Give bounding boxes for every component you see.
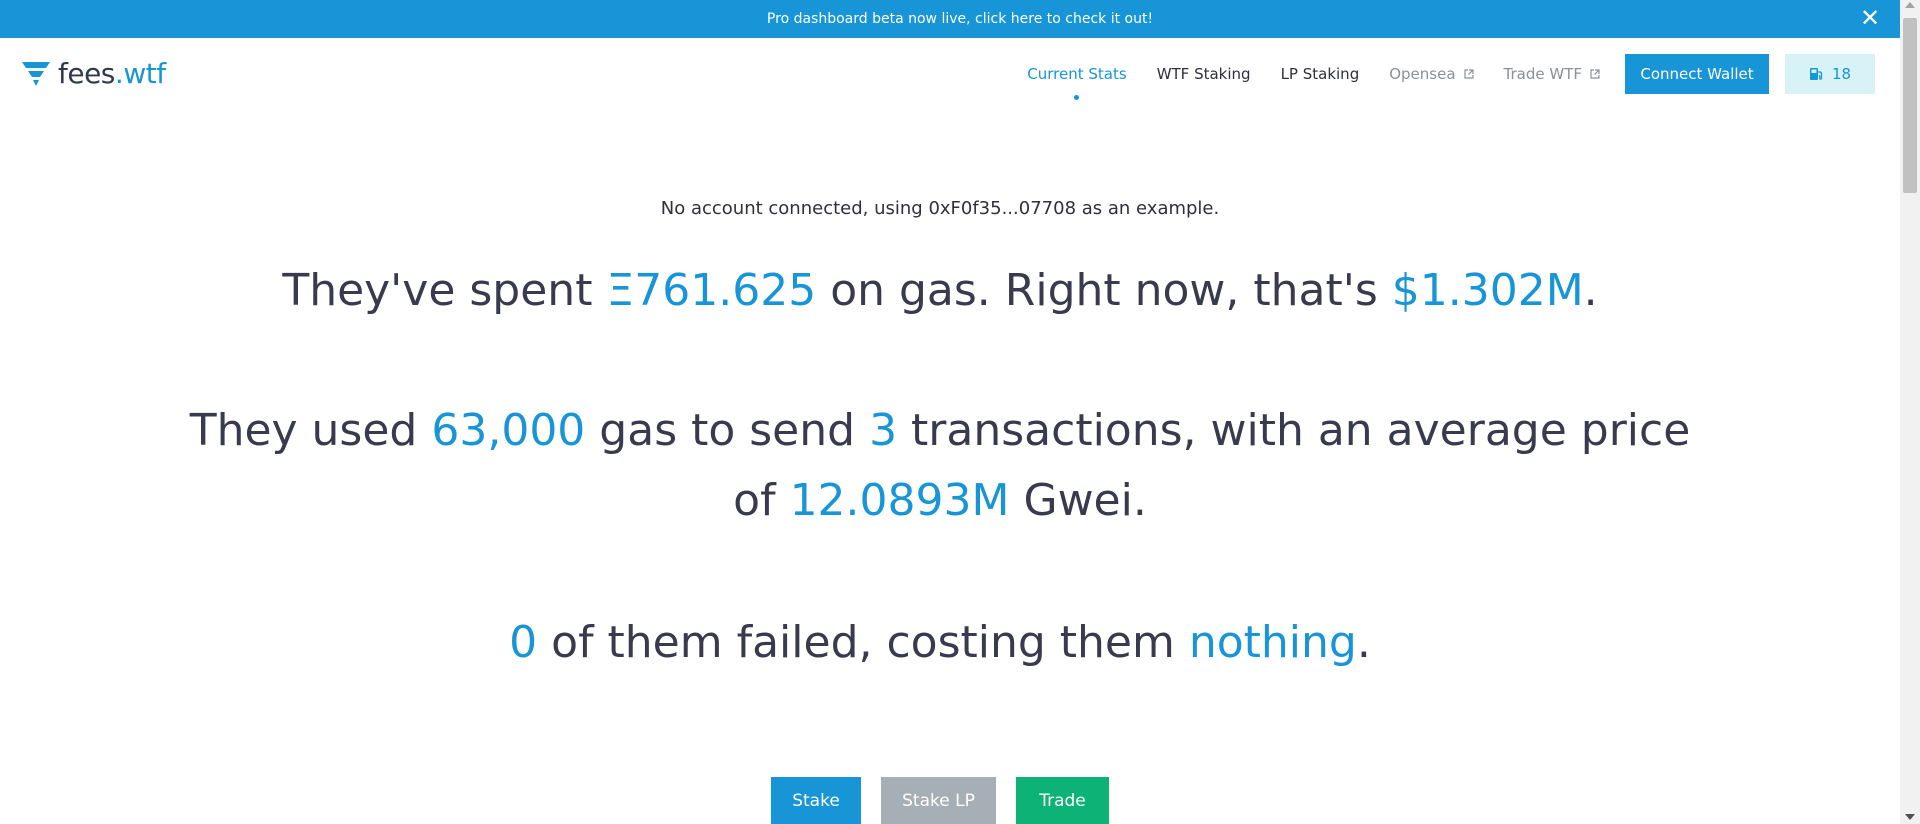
banner-text[interactable]: Pro dashboard beta now live, click here … [767,11,1153,27]
failed-summary: 0 of them failed, costing them nothing. [0,608,1880,678]
gas-text-2: gas to send [585,405,870,456]
nav-lp-staking-label: LP Staking [1280,65,1360,83]
gas-text-1: They used [189,405,432,456]
spent-eth-value: Ξ761.625 [606,265,817,316]
nav-trade-wtf[interactable]: Trade WTF [1504,65,1600,83]
gas-used-value: 63,000 [431,405,586,456]
external-link-icon [1463,69,1474,79]
failed-text-1: of them failed, costing them [537,617,1189,668]
account-note-before: No account connected, using [660,198,929,219]
gas-text-4: of [733,475,790,526]
logo-name: fees [58,56,115,90]
account-note: No account connected, using 0xF0f35...07… [0,198,1880,219]
active-indicator-dot [1074,95,1080,100]
spent-text-2: on gas. Right now, that's [816,265,1392,316]
gas-price-button[interactable]: 18 [1785,54,1875,94]
gas-text-5: Gwei. [1009,475,1147,526]
scrollbar-thumb[interactable] [1903,18,1917,193]
nav-trade-wtf-label: Trade WTF [1503,65,1582,83]
gas-price-value: 18 [1831,65,1852,83]
scroll-down-arrow-icon[interactable] [1905,814,1915,820]
spent-summary: They've spent Ξ761.625 on gas. Right now… [0,256,1880,326]
logo-wordmark: fees.wtf [58,57,166,90]
nav-opensea[interactable]: Opensea [1389,65,1474,83]
trade-button[interactable]: Trade [1016,777,1109,824]
failed-count-value: 0 [509,617,538,668]
nav-wtf-staking-label: WTF Staking [1156,65,1251,83]
spent-usd-value: $1.302M [1391,265,1584,316]
logo-tld: wtf [123,56,166,90]
nav-current-stats-label: Current Stats [1027,65,1127,83]
nav-wtf-staking[interactable]: WTF Staking [1157,65,1251,83]
action-buttons: Stake Stake LP Trade [0,777,1880,824]
nav-current-stats[interactable]: Current Stats [1027,65,1127,100]
page-scrollbar[interactable] [1900,0,1920,824]
gas-usage-summary: They used 63,000 gas to send 3 transacti… [0,396,1880,536]
stake-button[interactable]: Stake [771,777,861,824]
gas-usage-line-1: They used 63,000 gas to send 3 transacti… [0,396,1880,466]
nav-lp-staking[interactable]: LP Staking [1281,65,1360,83]
fees-wtf-logo-icon [22,62,50,86]
connect-wallet-button[interactable]: Connect Wallet [1625,54,1769,94]
example-address: 0xF0f35...07708 [928,198,1077,219]
account-note-after: as an example. [1076,198,1220,219]
spent-text-3: . [1583,265,1598,316]
main-nav: Current Stats WTF Staking LP Staking Ope… [997,54,1875,100]
failed-text-2: . [1356,617,1371,668]
scroll-up-arrow-icon[interactable] [1905,2,1915,8]
close-icon[interactable]: ✕ [1858,6,1882,30]
gas-usage-line-2: of 12.0893M Gwei. [0,466,1880,536]
avg-price-value: 12.0893M [789,475,1010,526]
nav-opensea-label: Opensea [1389,65,1456,83]
stake-lp-button[interactable]: Stake LP [881,777,996,824]
failed-cost-value: nothing [1188,617,1357,668]
external-link-icon [1590,69,1600,79]
site-logo[interactable]: fees.wtf [20,56,166,90]
tx-count-value: 3 [869,405,898,456]
announcement-banner[interactable]: Pro dashboard beta now live, click here … [0,0,1920,38]
spent-text-1: They've spent [282,265,607,316]
gas-pump-icon [1809,68,1823,80]
gas-text-3: transactions, with an average price [897,405,1691,456]
